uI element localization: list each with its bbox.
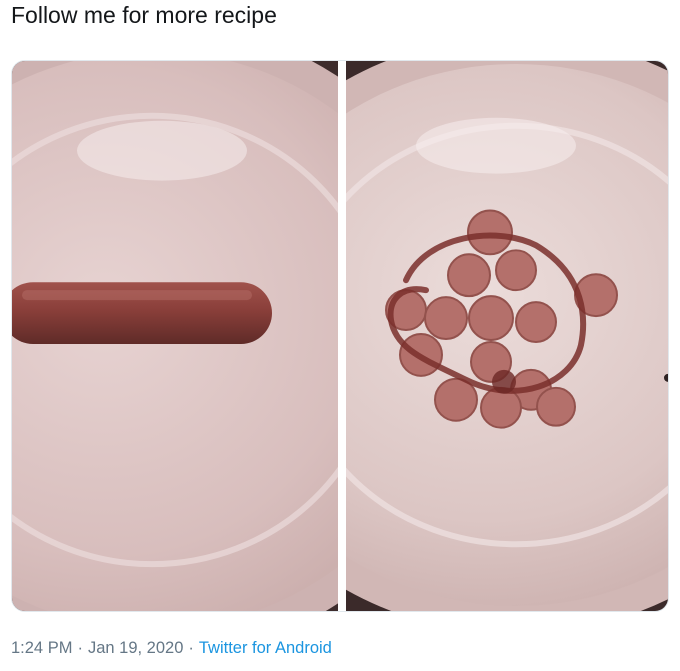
photo-right-sliced-face[interactable] bbox=[346, 61, 668, 611]
media-grid[interactable] bbox=[11, 60, 669, 612]
separator-dot: · bbox=[188, 639, 194, 657]
tweet-time[interactable]: 1:24 PM bbox=[11, 639, 72, 657]
tweet-metadata: 1:24 PM · Jan 19, 2020 · Twitter for Android bbox=[11, 637, 332, 659]
source-link[interactable]: Twitter for Android bbox=[199, 639, 332, 657]
sausage-plate-image bbox=[12, 61, 338, 611]
separator-dot: · bbox=[77, 639, 83, 657]
tweet-date[interactable]: Jan 19, 2020 bbox=[88, 639, 183, 657]
sliced-sausage-face-image bbox=[346, 61, 668, 611]
photo-left-sausage-plate[interactable] bbox=[12, 61, 338, 611]
tweet-text: Follow me for more recipe bbox=[11, 2, 277, 28]
